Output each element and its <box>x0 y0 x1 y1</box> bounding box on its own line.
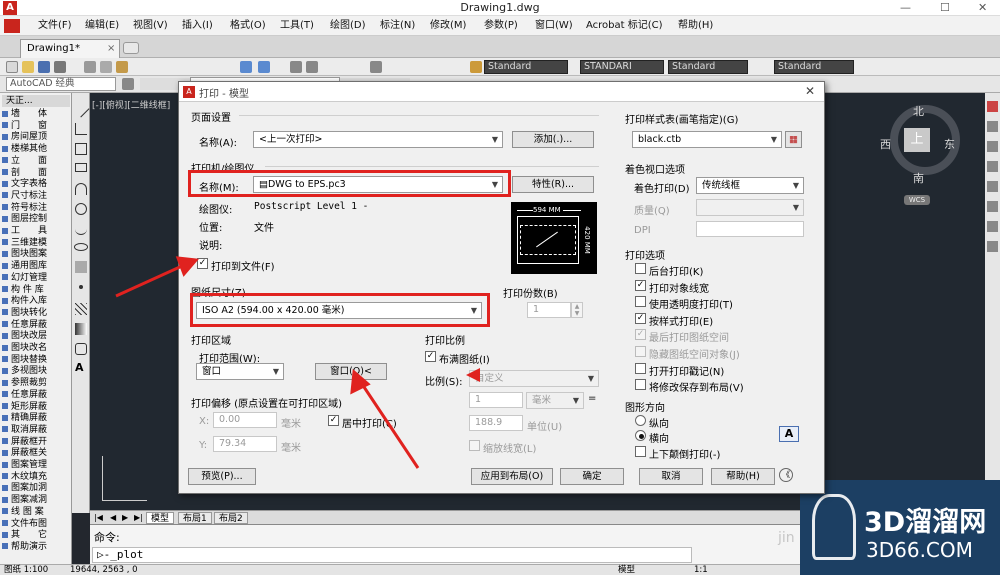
arrow-to-scale <box>466 368 480 382</box>
arrow-to-window-button <box>350 368 420 469</box>
annotation-arrows <box>115 256 480 469</box>
arrow-to-plot-to-file <box>115 256 199 298</box>
